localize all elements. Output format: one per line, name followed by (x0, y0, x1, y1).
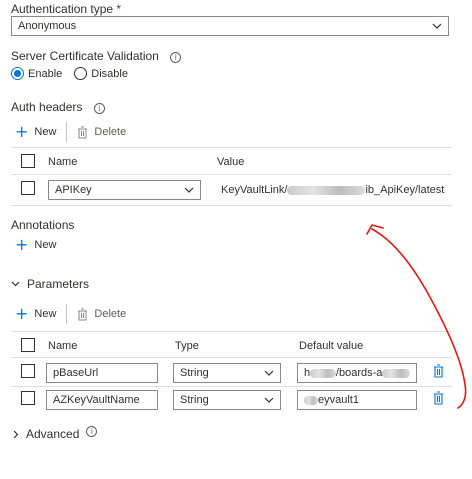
annotation-arrow (366, 224, 467, 409)
annotation-arrow-head (366, 224, 384, 235)
annotation-arrow-curve (371, 228, 467, 409)
